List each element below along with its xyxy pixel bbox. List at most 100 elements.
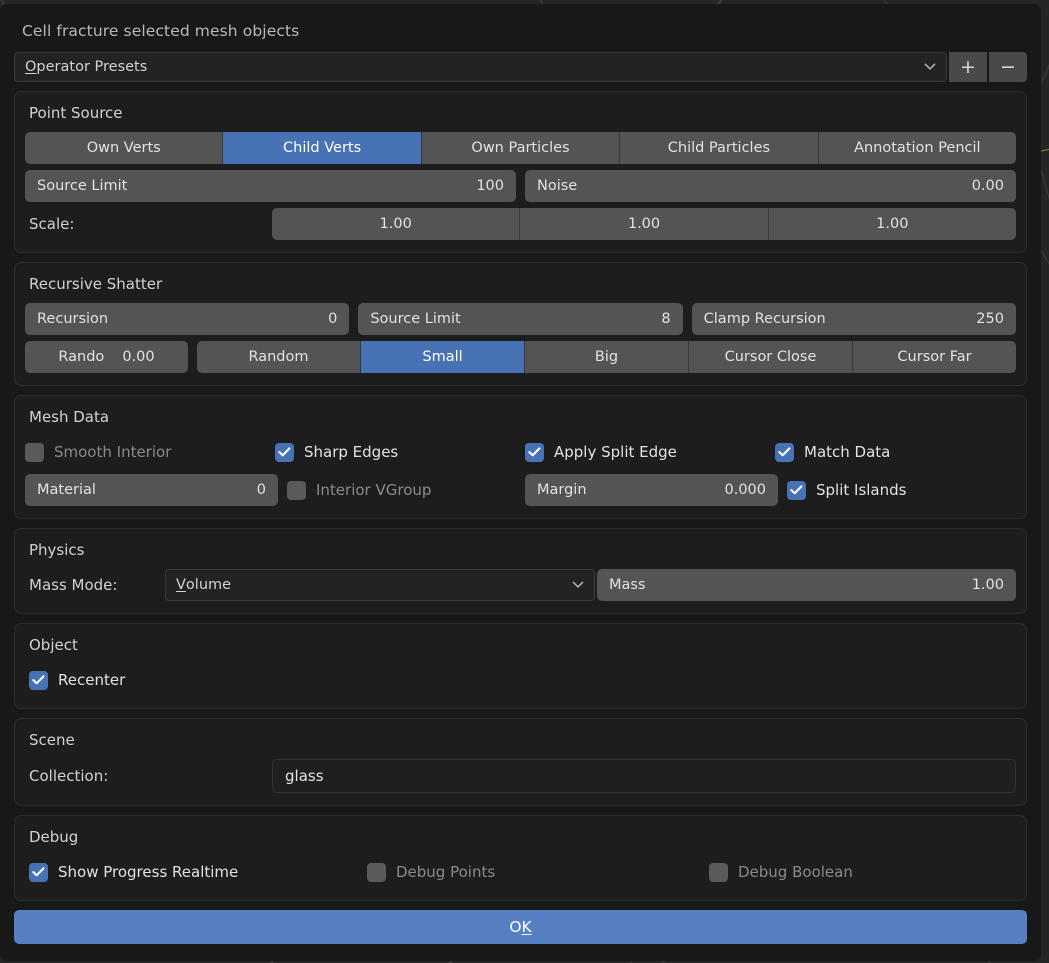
ok-label-accel: K bbox=[521, 918, 532, 936]
show-progress-realtime-label: Show Progress Realtime bbox=[58, 863, 239, 881]
sharp-edges-checkbox[interactable]: Sharp Edges bbox=[275, 436, 516, 468]
recursive-shatter-panel: Recursive Shatter Recursion 0 Source Lim… bbox=[14, 262, 1027, 386]
mass-field[interactable]: Mass 1.00 bbox=[597, 569, 1016, 601]
checkbox-unchecked-icon bbox=[709, 862, 728, 882]
chunk-sort-group: Random Small Big Cursor Close Cursor Far bbox=[197, 341, 1016, 373]
show-progress-realtime-checkbox[interactable]: Show Progress Realtime bbox=[25, 856, 358, 888]
mesh-data-checkbox-row: Smooth Interior Sharp Edges Apply Split … bbox=[25, 436, 1016, 468]
rando-label: Rando bbox=[58, 349, 105, 365]
operator-presets-row: Operator Presets + − bbox=[14, 52, 1027, 82]
scale-y-field[interactable]: 1.00 bbox=[520, 208, 769, 240]
margin-value: 0.000 bbox=[724, 482, 766, 498]
recenter-row: Recenter bbox=[25, 664, 1016, 696]
recenter-checkbox[interactable]: Recenter bbox=[25, 664, 125, 696]
chevron-down-icon bbox=[572, 578, 584, 590]
ok-button[interactable]: OK bbox=[14, 910, 1027, 944]
mass-value: 1.00 bbox=[971, 577, 1004, 593]
rando-field[interactable]: Rando 0.00 bbox=[25, 341, 188, 373]
debug-boolean-label: Debug Boolean bbox=[738, 863, 853, 881]
apply-split-edge-checkbox[interactable]: Apply Split Edge bbox=[525, 436, 766, 468]
debug-points-checkbox[interactable]: Debug Points bbox=[367, 856, 700, 888]
interior-vgroup-checkbox[interactable]: Interior VGroup bbox=[287, 474, 516, 506]
checkbox-checked-icon bbox=[29, 670, 48, 690]
checkbox-unchecked-icon bbox=[25, 442, 44, 462]
minus-icon: − bbox=[1000, 55, 1016, 78]
collection-input[interactable]: glass bbox=[272, 759, 1016, 793]
cell-fracture-dialog: Cell fracture selected mesh objects Oper… bbox=[0, 4, 1041, 961]
scene-title: Scene bbox=[29, 731, 75, 749]
scale-z-value: 1.00 bbox=[876, 216, 909, 232]
interior-vgroup-label: Interior VGroup bbox=[316, 481, 432, 499]
checkbox-checked-icon bbox=[775, 442, 794, 462]
checkbox-unchecked-icon bbox=[367, 862, 386, 882]
checkbox-checked-icon bbox=[787, 480, 806, 500]
source-limit-value: 100 bbox=[476, 178, 504, 194]
scale-row: Scale: 1.00 1.00 1.00 bbox=[25, 208, 1016, 240]
point-source-annotation-pencil[interactable]: Annotation Pencil bbox=[818, 132, 1016, 164]
ok-label-pre: O bbox=[509, 918, 522, 936]
smooth-interior-checkbox[interactable]: Smooth Interior bbox=[25, 436, 266, 468]
mass-mode-accel: V bbox=[176, 577, 186, 593]
object-panel: Object Recenter bbox=[14, 623, 1027, 709]
scale-x-field[interactable]: 1.00 bbox=[272, 208, 521, 240]
mass-label: Mass bbox=[609, 577, 646, 593]
recursion-source-limit-label: Source Limit bbox=[370, 311, 461, 327]
margin-field[interactable]: Margin 0.000 bbox=[525, 474, 778, 506]
debug-boolean-checkbox[interactable]: Debug Boolean bbox=[709, 856, 1016, 888]
material-value: 0 bbox=[256, 482, 266, 498]
recursion-source-limit-field[interactable]: Source Limit 8 bbox=[358, 303, 683, 335]
page-title: Cell fracture selected mesh objects bbox=[22, 22, 300, 40]
scale-label: Scale: bbox=[29, 215, 75, 233]
rando-value: 0.00 bbox=[122, 349, 155, 365]
point-source-own-verts[interactable]: Own Verts bbox=[25, 132, 224, 164]
physics-panel: Physics Mass Mode: Volume Mass 1.00 bbox=[14, 528, 1027, 614]
plus-icon: + bbox=[960, 55, 976, 78]
chevron-down-icon bbox=[924, 60, 936, 72]
mesh-data-panel: Mesh Data Smooth Interior Sharp Edges Ap… bbox=[14, 395, 1027, 519]
recenter-label: Recenter bbox=[58, 671, 126, 689]
clamp-recursion-label: Clamp Recursion bbox=[703, 311, 826, 327]
operator-presets-accel: O bbox=[25, 59, 37, 75]
scale-y-value: 1.00 bbox=[627, 216, 661, 232]
noise-field[interactable]: Noise 0.00 bbox=[525, 170, 1016, 202]
chunk-sort-cursor-far[interactable]: Cursor Far bbox=[853, 341, 1016, 373]
point-source-mode-group: Own Verts Child Verts Own Particles Chil… bbox=[25, 132, 1016, 164]
match-data-checkbox[interactable]: Match Data bbox=[775, 436, 1016, 468]
scene-panel: Scene Collection: glass bbox=[14, 718, 1027, 806]
point-source-limit-row: Source Limit 100 Noise 0.00 bbox=[25, 170, 1016, 202]
material-label: Material bbox=[37, 482, 96, 498]
debug-points-label: Debug Points bbox=[396, 863, 496, 881]
mesh-data-field-row: Material 0 Interior VGroup Margin 0.000 … bbox=[25, 474, 1016, 506]
checkbox-checked-icon bbox=[29, 862, 48, 882]
add-preset-button[interactable]: + bbox=[949, 52, 987, 82]
material-field[interactable]: Material 0 bbox=[25, 474, 278, 506]
margin-label: Margin bbox=[537, 482, 587, 498]
checkbox-unchecked-icon bbox=[287, 480, 306, 500]
operator-presets-dropdown[interactable]: Operator Presets bbox=[14, 52, 947, 82]
scale-z-field[interactable]: 1.00 bbox=[768, 208, 1016, 240]
scale-group: 1.00 1.00 1.00 bbox=[272, 208, 1016, 240]
recursion-label: Recursion bbox=[37, 311, 109, 327]
chunk-sort-cursor-close[interactable]: Cursor Close bbox=[689, 341, 853, 373]
remove-preset-button[interactable]: − bbox=[989, 52, 1027, 82]
noise-label: Noise bbox=[537, 178, 578, 194]
operator-presets-label: perator Presets bbox=[36, 59, 148, 75]
source-limit-field[interactable]: Source Limit 100 bbox=[25, 170, 516, 202]
point-source-child-verts[interactable]: Child Verts bbox=[223, 132, 422, 164]
source-limit-label: Source Limit bbox=[37, 178, 128, 194]
mass-mode-label: Mass Mode: bbox=[29, 576, 118, 594]
mesh-data-title: Mesh Data bbox=[29, 408, 110, 426]
point-source-child-particles[interactable]: Child Particles bbox=[620, 132, 819, 164]
recursion-field[interactable]: Recursion 0 bbox=[25, 303, 350, 335]
clamp-recursion-field[interactable]: Clamp Recursion 250 bbox=[691, 303, 1016, 335]
mass-mode-dropdown[interactable]: Volume bbox=[165, 569, 595, 601]
chunk-sort-random[interactable]: Random bbox=[197, 341, 361, 373]
apply-split-edge-label: Apply Split Edge bbox=[554, 443, 677, 461]
chunk-sort-big[interactable]: Big bbox=[525, 341, 689, 373]
mass-mode-row: Mass Mode: Volume Mass 1.00 bbox=[25, 569, 1016, 601]
debug-checkbox-row: Show Progress Realtime Debug Points Debu… bbox=[25, 856, 1016, 888]
debug-panel: Debug Show Progress Realtime Debug Point… bbox=[14, 815, 1027, 901]
split-islands-checkbox[interactable]: Split Islands bbox=[787, 474, 1016, 506]
point-source-own-particles[interactable]: Own Particles bbox=[421, 132, 621, 164]
chunk-sort-small[interactable]: Small bbox=[361, 341, 525, 373]
